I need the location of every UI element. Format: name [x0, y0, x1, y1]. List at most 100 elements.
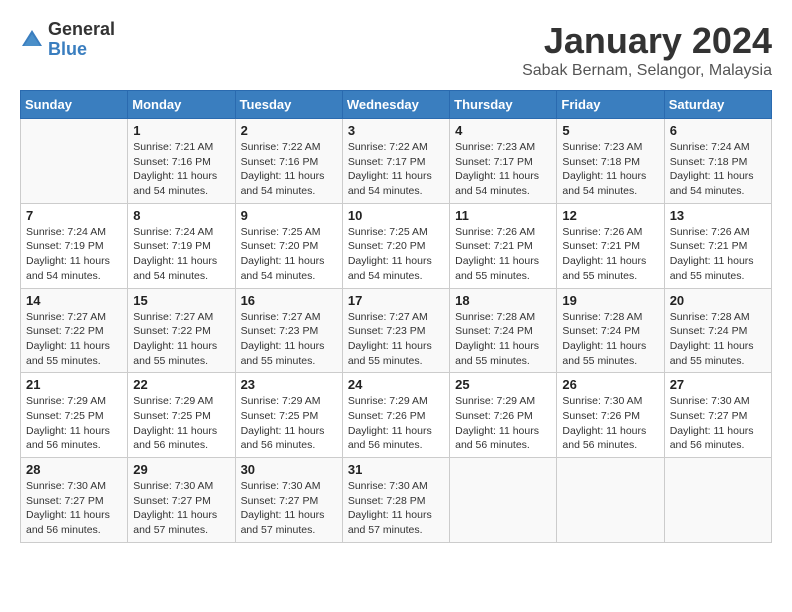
day-number: 11: [455, 208, 551, 223]
calendar-cell: 20Sunrise: 7:28 AM Sunset: 7:24 PM Dayli…: [664, 288, 771, 373]
title-block: January 2024 Sabak Bernam, Selangor, Mal…: [522, 20, 772, 80]
calendar-cell: 7 Sunrise: 7:24 AM Sunset: 7:19 PM Daylig…: [21, 203, 128, 288]
day-info: Sunrise: 7:23 AM Sunset: 7:17 PM Dayligh…: [455, 140, 551, 199]
calendar-cell: 23 Sunrise: 7:29 AM Sunset: 7:25 PM Dayli…: [235, 373, 342, 458]
day-number: 23: [241, 377, 337, 392]
calendar-cell: 11 Sunrise: 7:26 AM Sunset: 7:21 PM Dayli…: [450, 203, 557, 288]
logo-icon: [20, 28, 44, 52]
calendar-cell: 3 Sunrise: 7:22 AM Sunset: 7:17 PM Daylig…: [342, 119, 449, 204]
calendar-cell: 30Sunrise: 7:30 AM Sunset: 7:27 PM Dayli…: [235, 458, 342, 543]
calendar-cell: 18 Sunrise: 7:28 AM Sunset: 7:24 PM Dayli…: [450, 288, 557, 373]
day-number: 3: [348, 123, 444, 138]
day-info: Sunrise: 7:29 AM Sunset: 7:26 PM Dayligh…: [348, 394, 444, 453]
calendar-header-row: SundayMondayTuesdayWednesdayThursdayFrid…: [21, 91, 772, 119]
day-info: Sunrise: 7:28 AM Sunset: 7:24 PM Dayligh…: [455, 310, 551, 369]
day-info: Sunrise: 7:22 AM Sunset: 7:16 PM Dayligh…: [241, 140, 337, 199]
day-header-friday: Friday: [557, 91, 664, 119]
day-info: Sunrise: 7:26 AM Sunset: 7:21 PM Dayligh…: [562, 225, 658, 284]
day-info: Sunrise: 7:24 AM Sunset: 7:19 PM Dayligh…: [133, 225, 229, 284]
week-row-3: 14 Sunrise: 7:27 AM Sunset: 7:22 PM Dayli…: [21, 288, 772, 373]
calendar-cell: 22Sunrise: 7:29 AM Sunset: 7:25 PM Dayli…: [128, 373, 235, 458]
day-number: 18: [455, 293, 551, 308]
day-info: Sunrise: 7:24 AM Sunset: 7:18 PM Dayligh…: [670, 140, 766, 199]
day-number: 2: [241, 123, 337, 138]
calendar-cell: 13 Sunrise: 7:26 AM Sunset: 7:21 PM Dayli…: [664, 203, 771, 288]
day-info: Sunrise: 7:29 AM Sunset: 7:25 PM Dayligh…: [241, 394, 337, 453]
day-number: 9: [241, 208, 337, 223]
day-number: 13: [670, 208, 766, 223]
calendar-cell: 2 Sunrise: 7:22 AM Sunset: 7:16 PM Daylig…: [235, 119, 342, 204]
calendar-cell: 1Sunrise: 7:21 AM Sunset: 7:16 PM Daylig…: [128, 119, 235, 204]
day-info: Sunrise: 7:30 AM Sunset: 7:27 PM Dayligh…: [133, 479, 229, 538]
day-info: Sunrise: 7:30 AM Sunset: 7:27 PM Dayligh…: [670, 394, 766, 453]
week-row-2: 7 Sunrise: 7:24 AM Sunset: 7:19 PM Daylig…: [21, 203, 772, 288]
day-number: 17: [348, 293, 444, 308]
calendar-cell: [557, 458, 664, 543]
calendar-cell: [450, 458, 557, 543]
calendar-cell: 17 Sunrise: 7:27 AM Sunset: 7:23 PM Dayli…: [342, 288, 449, 373]
day-number: 26: [562, 377, 658, 392]
calendar-cell: 24 Sunrise: 7:29 AM Sunset: 7:26 PM Dayli…: [342, 373, 449, 458]
calendar-cell: 15Sunrise: 7:27 AM Sunset: 7:22 PM Dayli…: [128, 288, 235, 373]
logo-blue: Blue: [48, 40, 115, 60]
day-number: 4: [455, 123, 551, 138]
calendar-cell: 31Sunrise: 7:30 AM Sunset: 7:28 PM Dayli…: [342, 458, 449, 543]
calendar-title: January 2024: [522, 20, 772, 62]
calendar-cell: 28 Sunrise: 7:30 AM Sunset: 7:27 PM Dayli…: [21, 458, 128, 543]
day-info: Sunrise: 7:29 AM Sunset: 7:25 PM Dayligh…: [133, 394, 229, 453]
calendar-cell: 8 Sunrise: 7:24 AM Sunset: 7:19 PM Daylig…: [128, 203, 235, 288]
calendar-cell: 9 Sunrise: 7:25 AM Sunset: 7:20 PM Daylig…: [235, 203, 342, 288]
calendar-cell: [21, 119, 128, 204]
logo-text: General Blue: [48, 20, 115, 60]
calendar-cell: 5Sunrise: 7:23 AM Sunset: 7:18 PM Daylig…: [557, 119, 664, 204]
day-number: 21: [26, 377, 122, 392]
day-number: 25: [455, 377, 551, 392]
day-number: 16: [241, 293, 337, 308]
day-info: Sunrise: 7:29 AM Sunset: 7:25 PM Dayligh…: [26, 394, 122, 453]
day-info: Sunrise: 7:24 AM Sunset: 7:19 PM Dayligh…: [26, 225, 122, 284]
calendar-cell: 21 Sunrise: 7:29 AM Sunset: 7:25 PM Dayli…: [21, 373, 128, 458]
day-info: Sunrise: 7:27 AM Sunset: 7:23 PM Dayligh…: [241, 310, 337, 369]
day-info: Sunrise: 7:27 AM Sunset: 7:23 PM Dayligh…: [348, 310, 444, 369]
calendar-cell: [664, 458, 771, 543]
week-row-5: 28 Sunrise: 7:30 AM Sunset: 7:27 PM Dayli…: [21, 458, 772, 543]
day-info: Sunrise: 7:27 AM Sunset: 7:22 PM Dayligh…: [133, 310, 229, 369]
calendar-subtitle: Sabak Bernam, Selangor, Malaysia: [522, 62, 772, 80]
day-number: 1: [133, 123, 229, 138]
day-info: Sunrise: 7:26 AM Sunset: 7:21 PM Dayligh…: [670, 225, 766, 284]
calendar-cell: 25Sunrise: 7:29 AM Sunset: 7:26 PM Dayli…: [450, 373, 557, 458]
day-number: 19: [562, 293, 658, 308]
calendar-cell: 19 Sunrise: 7:28 AM Sunset: 7:24 PM Dayli…: [557, 288, 664, 373]
day-header-tuesday: Tuesday: [235, 91, 342, 119]
day-number: 31: [348, 462, 444, 477]
day-number: 30: [241, 462, 337, 477]
day-info: Sunrise: 7:28 AM Sunset: 7:24 PM Dayligh…: [562, 310, 658, 369]
day-number: 28: [26, 462, 122, 477]
calendar-cell: 4 Sunrise: 7:23 AM Sunset: 7:17 PM Daylig…: [450, 119, 557, 204]
calendar-cell: 27Sunrise: 7:30 AM Sunset: 7:27 PM Dayli…: [664, 373, 771, 458]
day-number: 29: [133, 462, 229, 477]
day-number: 20: [670, 293, 766, 308]
day-header-wednesday: Wednesday: [342, 91, 449, 119]
calendar-cell: 14 Sunrise: 7:27 AM Sunset: 7:22 PM Dayli…: [21, 288, 128, 373]
day-number: 10: [348, 208, 444, 223]
day-info: Sunrise: 7:26 AM Sunset: 7:21 PM Dayligh…: [455, 225, 551, 284]
day-number: 5: [562, 123, 658, 138]
day-number: 24: [348, 377, 444, 392]
calendar-cell: 12 Sunrise: 7:26 AM Sunset: 7:21 PM Dayli…: [557, 203, 664, 288]
day-number: 14: [26, 293, 122, 308]
day-info: Sunrise: 7:22 AM Sunset: 7:17 PM Dayligh…: [348, 140, 444, 199]
week-row-4: 21 Sunrise: 7:29 AM Sunset: 7:25 PM Dayli…: [21, 373, 772, 458]
logo: General Blue: [20, 20, 115, 60]
day-header-monday: Monday: [128, 91, 235, 119]
day-number: 8: [133, 208, 229, 223]
day-info: Sunrise: 7:30 AM Sunset: 7:27 PM Dayligh…: [26, 479, 122, 538]
day-info: Sunrise: 7:27 AM Sunset: 7:22 PM Dayligh…: [26, 310, 122, 369]
day-info: Sunrise: 7:25 AM Sunset: 7:20 PM Dayligh…: [241, 225, 337, 284]
day-number: 6: [670, 123, 766, 138]
calendar-cell: 10Sunrise: 7:25 AM Sunset: 7:20 PM Dayli…: [342, 203, 449, 288]
week-row-1: 1Sunrise: 7:21 AM Sunset: 7:16 PM Daylig…: [21, 119, 772, 204]
day-number: 7: [26, 208, 122, 223]
calendar-cell: 29 Sunrise: 7:30 AM Sunset: 7:27 PM Dayli…: [128, 458, 235, 543]
day-number: 12: [562, 208, 658, 223]
